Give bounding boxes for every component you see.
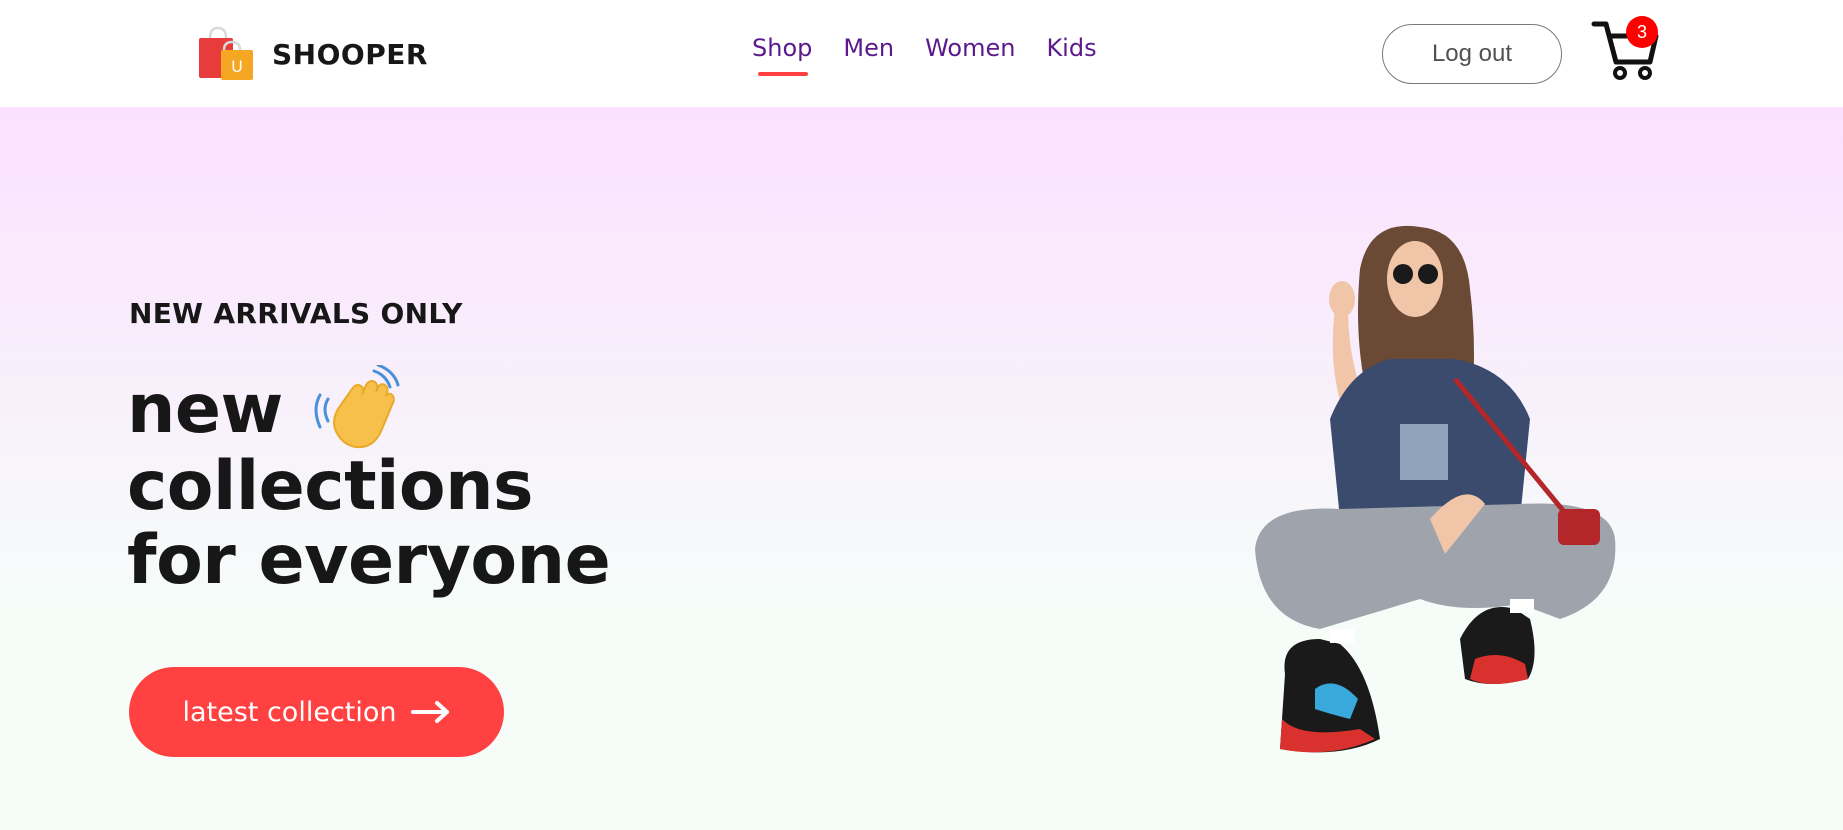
hero-kicker: NEW ARRIVALS ONLY: [129, 297, 463, 330]
cart-count-badge: 3: [1626, 16, 1658, 48]
nav-item-men[interactable]: Men: [843, 34, 894, 62]
main-nav: Shop Men Women Kids: [752, 34, 1128, 76]
nav-item-label: Men: [843, 34, 895, 62]
latest-collection-button[interactable]: latest collection: [129, 667, 504, 757]
hero-heading-line-3: for everyone: [127, 521, 611, 600]
shopping-bags-icon: U: [196, 26, 254, 82]
cart-button[interactable]: 3: [1590, 16, 1660, 82]
hero-section: NEW ARRIVALS ONLY new collections for ev…: [0, 107, 1843, 830]
nav-item-label: Shop: [752, 34, 813, 62]
cta-label: latest collection: [182, 696, 397, 728]
hero-heading-line-1: new: [127, 370, 283, 449]
nav-item-label: Kids: [1046, 34, 1097, 62]
waving-hand-icon: [308, 363, 400, 457]
logout-button[interactable]: Log out: [1382, 24, 1562, 84]
nav-item-label: Women: [925, 34, 1016, 62]
nav-item-kids[interactable]: Kids: [1046, 34, 1096, 62]
navbar: U SHOOPER Shop Men Women Kids Log out 3: [0, 0, 1843, 107]
arrow-right-icon: [410, 701, 449, 723]
brand-name: SHOOPER: [272, 37, 428, 71]
nav-item-shop[interactable]: Shop: [752, 34, 813, 76]
hero-heading-line-2: collections: [127, 447, 534, 526]
svg-text:U: U: [231, 57, 243, 76]
nav-item-women[interactable]: Women: [925, 34, 1015, 62]
brand[interactable]: U SHOOPER: [196, 26, 428, 82]
active-underline: [758, 72, 808, 76]
hero-model-photo: [1240, 219, 1630, 830]
